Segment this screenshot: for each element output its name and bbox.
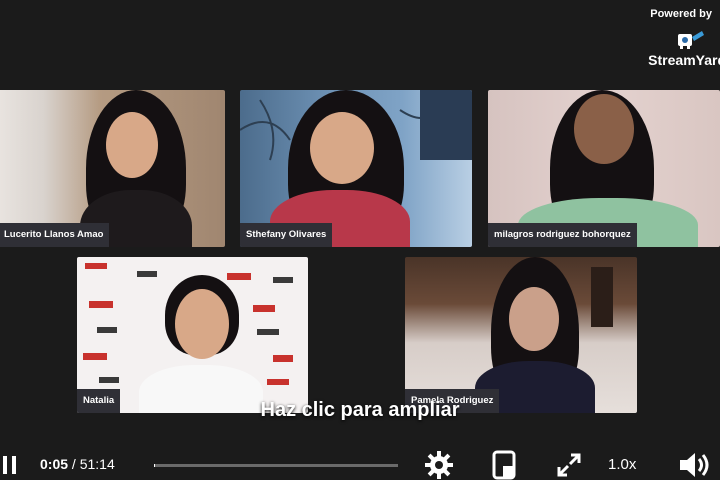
current-time: 0:05 [40,456,69,472]
time-display: 0:05 / 51:14 [40,456,115,472]
fullscreen-icon[interactable] [556,452,582,478]
participant-tile-4[interactable]: Natalia [77,257,308,413]
gear-icon[interactable] [424,450,454,480]
streamyard-branding: Powered by StreamYard [640,8,720,68]
participant-tile-1[interactable]: Lucerito Llanos Amao [0,90,225,247]
playback-speed[interactable]: 1.0x [608,456,636,473]
pause-icon[interactable] [2,456,18,474]
participant-tile-2[interactable]: Sthefany Olivares [240,90,472,247]
progress-bar[interactable] [154,464,398,467]
participant-tile-5[interactable]: Pamela Rodriguez [405,257,637,413]
click-to-expand-caption[interactable]: Haz clic para ampliar [0,399,720,422]
time-separator: / [68,456,80,472]
participant-name-tag: Lucerito Llanos Amao [0,223,110,247]
streamyard-logo-icon [678,31,704,49]
participant-name-tag: milagros rodriguez bohorquez [488,223,637,247]
powered-by-label: Powered by [650,8,712,20]
duration: 51:14 [79,456,115,472]
volume-icon[interactable] [678,450,712,480]
participant-name-tag: Sthefany Olivares [240,223,333,247]
player-controls: 0:05 / 51:14 1.0x [0,446,720,480]
streamyard-logo-text: StreamYard [648,52,720,68]
participant-tile-3[interactable]: milagros rodriguez bohorquez [488,90,720,247]
picture-in-picture-icon[interactable] [490,450,520,480]
